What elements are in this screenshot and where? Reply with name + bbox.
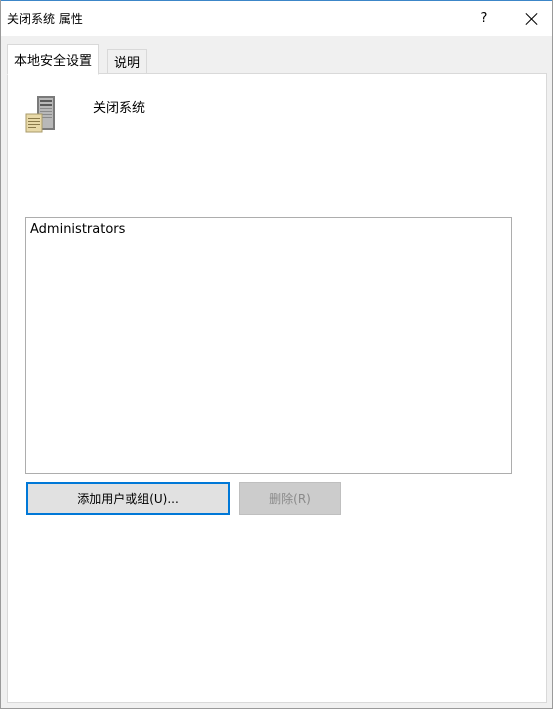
list-item[interactable]: Administrators bbox=[30, 222, 125, 237]
tab-explain[interactable]: 说明 bbox=[107, 49, 148, 74]
tab-local-security-setting[interactable]: 本地安全设置 bbox=[7, 44, 100, 75]
server-icon bbox=[25, 96, 55, 133]
close-button[interactable] bbox=[509, 1, 553, 36]
help-button[interactable]: ? bbox=[461, 1, 507, 36]
help-icon: ? bbox=[480, 11, 488, 26]
properties-dialog: 关闭系统 属性 ? 本地安全设置 说明 关闭系统 Administrators … bbox=[0, 0, 553, 709]
title-bar[interactable]: 关闭系统 属性 ? bbox=[1, 0, 552, 36]
add-user-or-group-button[interactable]: 添加用户或组(U)... bbox=[26, 482, 230, 515]
window-title: 关闭系统 属性 bbox=[7, 12, 83, 26]
remove-button[interactable]: 删除(R) bbox=[239, 482, 341, 515]
policy-name: 关闭系统 bbox=[93, 101, 146, 116]
tab-strip: 本地安全设置 说明 bbox=[7, 44, 547, 75]
tab-panel: 关闭系统 Administrators 添加用户或组(U)... 删除(R) bbox=[7, 73, 547, 703]
close-icon bbox=[526, 13, 538, 25]
assigned-users-list[interactable]: Administrators bbox=[25, 217, 512, 474]
